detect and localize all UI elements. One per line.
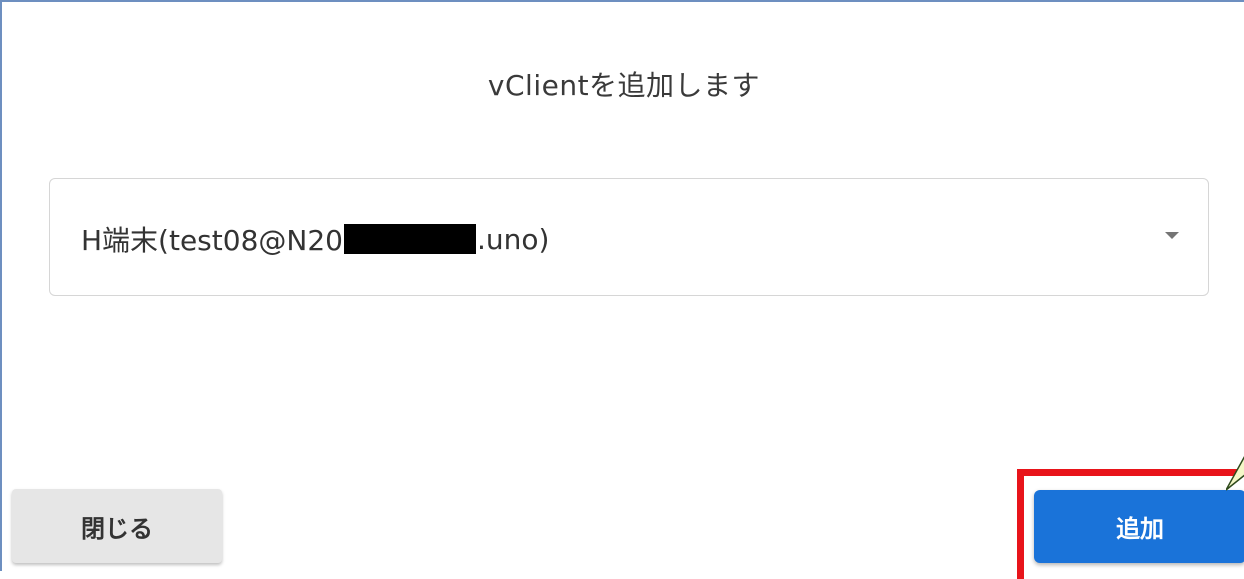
- vclient-select[interactable]: H端末(test08@N20 .uno): [49, 178, 1209, 296]
- caret-down-icon[interactable]: [1165, 232, 1179, 239]
- vclient-select-value-prefix: H端末(test08@N20: [81, 224, 343, 257]
- add-vclient-dialog: vClientを追加します H端末(test08@N20 .uno) 閉じる 追…: [0, 0, 1244, 579]
- callout-pointer: [1226, 456, 1244, 491]
- close-button[interactable]: 閉じる: [12, 489, 222, 563]
- redaction-block: [343, 224, 476, 254]
- dialog-title: vClientを追加します: [487, 69, 761, 102]
- vclient-select-value: H端末(test08@N20 .uno): [81, 219, 549, 259]
- add-button[interactable]: 追加: [1034, 490, 1244, 563]
- vclient-select-value-suffix: .uno): [476, 222, 550, 256]
